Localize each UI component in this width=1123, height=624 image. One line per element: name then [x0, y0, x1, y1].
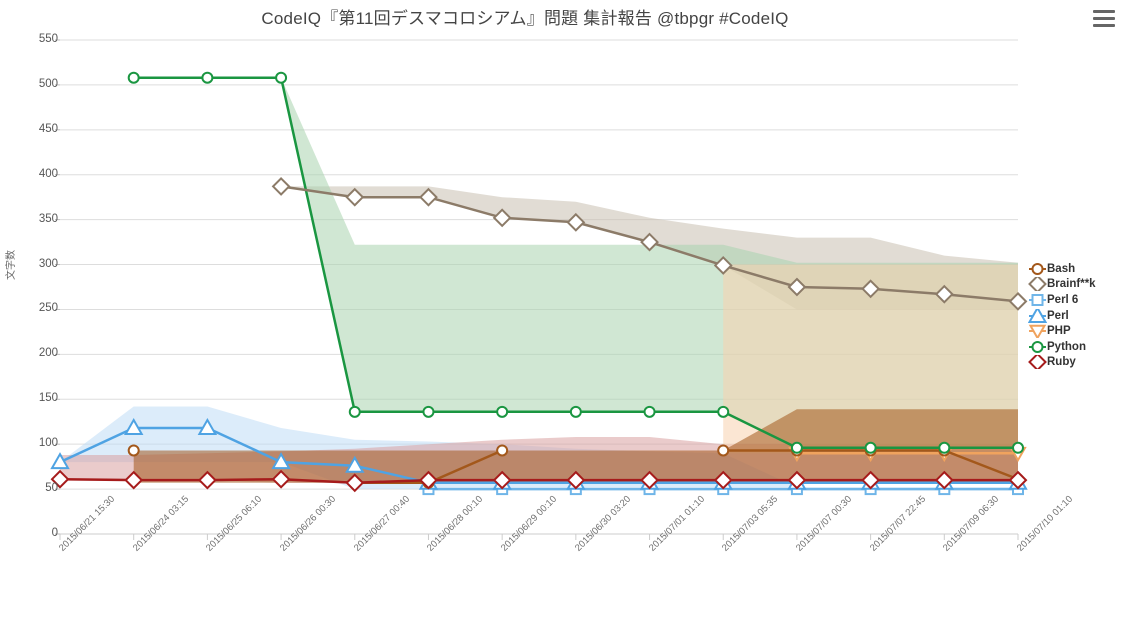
- data-point-marker: [790, 441, 803, 454]
- data-point-marker: [1028, 355, 1047, 370]
- data-point-marker: [569, 405, 582, 418]
- legend-marker-icon: [1028, 340, 1047, 354]
- y-axis-tick: 200: [38, 347, 58, 360]
- y-axis-tick: 300: [38, 257, 58, 270]
- data-point-marker: [717, 405, 730, 418]
- legend-marker-icon: [1028, 262, 1047, 276]
- data-point-marker: [271, 176, 291, 196]
- data-point-marker: [1012, 441, 1024, 454]
- legend-item-python[interactable]: Python: [1028, 339, 1096, 355]
- legend-item-php[interactable]: PHP: [1028, 323, 1096, 339]
- data-point-marker: [348, 405, 361, 418]
- y-axis-tick: 350: [38, 212, 58, 225]
- y-axis-tick: 500: [38, 77, 58, 90]
- data-point-marker: [1031, 293, 1044, 306]
- legend-item-brainf-k[interactable]: Brainf**k: [1028, 277, 1096, 293]
- data-point-marker: [864, 441, 877, 454]
- legend-item-ruby[interactable]: Ruby: [1028, 355, 1096, 371]
- chart-container: CodeIQ『第11回デスマコロシアム』問題 集計報告 @tbpgr #Code…: [0, 0, 1123, 624]
- y-axis-tick: 0: [51, 527, 58, 539]
- y-axis-tick: 150: [38, 392, 58, 405]
- legend-item-label: Perl 6: [1047, 293, 1079, 306]
- hamburger-bar: [1093, 24, 1115, 27]
- data-point-marker: [127, 71, 140, 84]
- y-axis-tick: 400: [38, 167, 58, 180]
- hamburger-bar: [1093, 10, 1115, 13]
- legend-item-label: Perl: [1047, 309, 1069, 322]
- legend-marker-icon: [1028, 308, 1047, 323]
- y-axis-tick: 250: [38, 302, 58, 315]
- legend-item-label: Bash: [1047, 262, 1076, 275]
- data-point-marker: [643, 405, 656, 418]
- data-point-marker: [1031, 262, 1044, 275]
- data-point-marker: [496, 405, 509, 418]
- y-axis-ticks: 0 50 100 150 200 250 300 350 400 450 500 550: [14, 0, 58, 624]
- data-point-marker: [717, 444, 730, 457]
- legend-marker-icon: [1028, 355, 1047, 370]
- data-point-marker: [496, 444, 509, 457]
- legend-item-label: Brainf**k: [1047, 278, 1096, 291]
- chart-legend: Bash Brainf**k Perl 6 Perl PHP Python Ruby: [1028, 261, 1096, 370]
- legend-item-label: Ruby: [1047, 356, 1076, 369]
- y-axis-tick: 550: [38, 33, 58, 45]
- y-axis-tick: 50: [45, 482, 58, 495]
- page-title: CodeIQ『第11回デスマコロシアム』問題 集計報告 @tbpgr #Code…: [261, 9, 789, 28]
- data-point-marker: [938, 441, 951, 454]
- legend-item-perl-6[interactable]: Perl 6: [1028, 292, 1096, 308]
- y-axis-tick: 450: [38, 122, 58, 135]
- hamburger-icon[interactable]: [1093, 10, 1115, 27]
- legend-item-bash[interactable]: Bash: [1028, 261, 1096, 277]
- data-point-marker: [275, 71, 288, 84]
- legend-item-label: Python: [1047, 340, 1086, 353]
- legend-item-label: PHP: [1047, 325, 1071, 338]
- data-point-marker: [1028, 277, 1047, 292]
- data-point-marker: [1031, 340, 1044, 353]
- legend-item-perl[interactable]: Perl: [1028, 308, 1096, 324]
- data-point-marker: [201, 71, 214, 84]
- legend-marker-icon: [1028, 277, 1047, 292]
- legend-marker-icon: [1028, 324, 1047, 339]
- data-point-marker: [127, 444, 140, 457]
- hamburger-bar: [1093, 17, 1115, 20]
- plot-area: [50, 39, 1028, 540]
- y-axis-tick: 100: [38, 437, 58, 450]
- legend-marker-icon: [1028, 293, 1047, 307]
- data-point-marker: [422, 405, 435, 418]
